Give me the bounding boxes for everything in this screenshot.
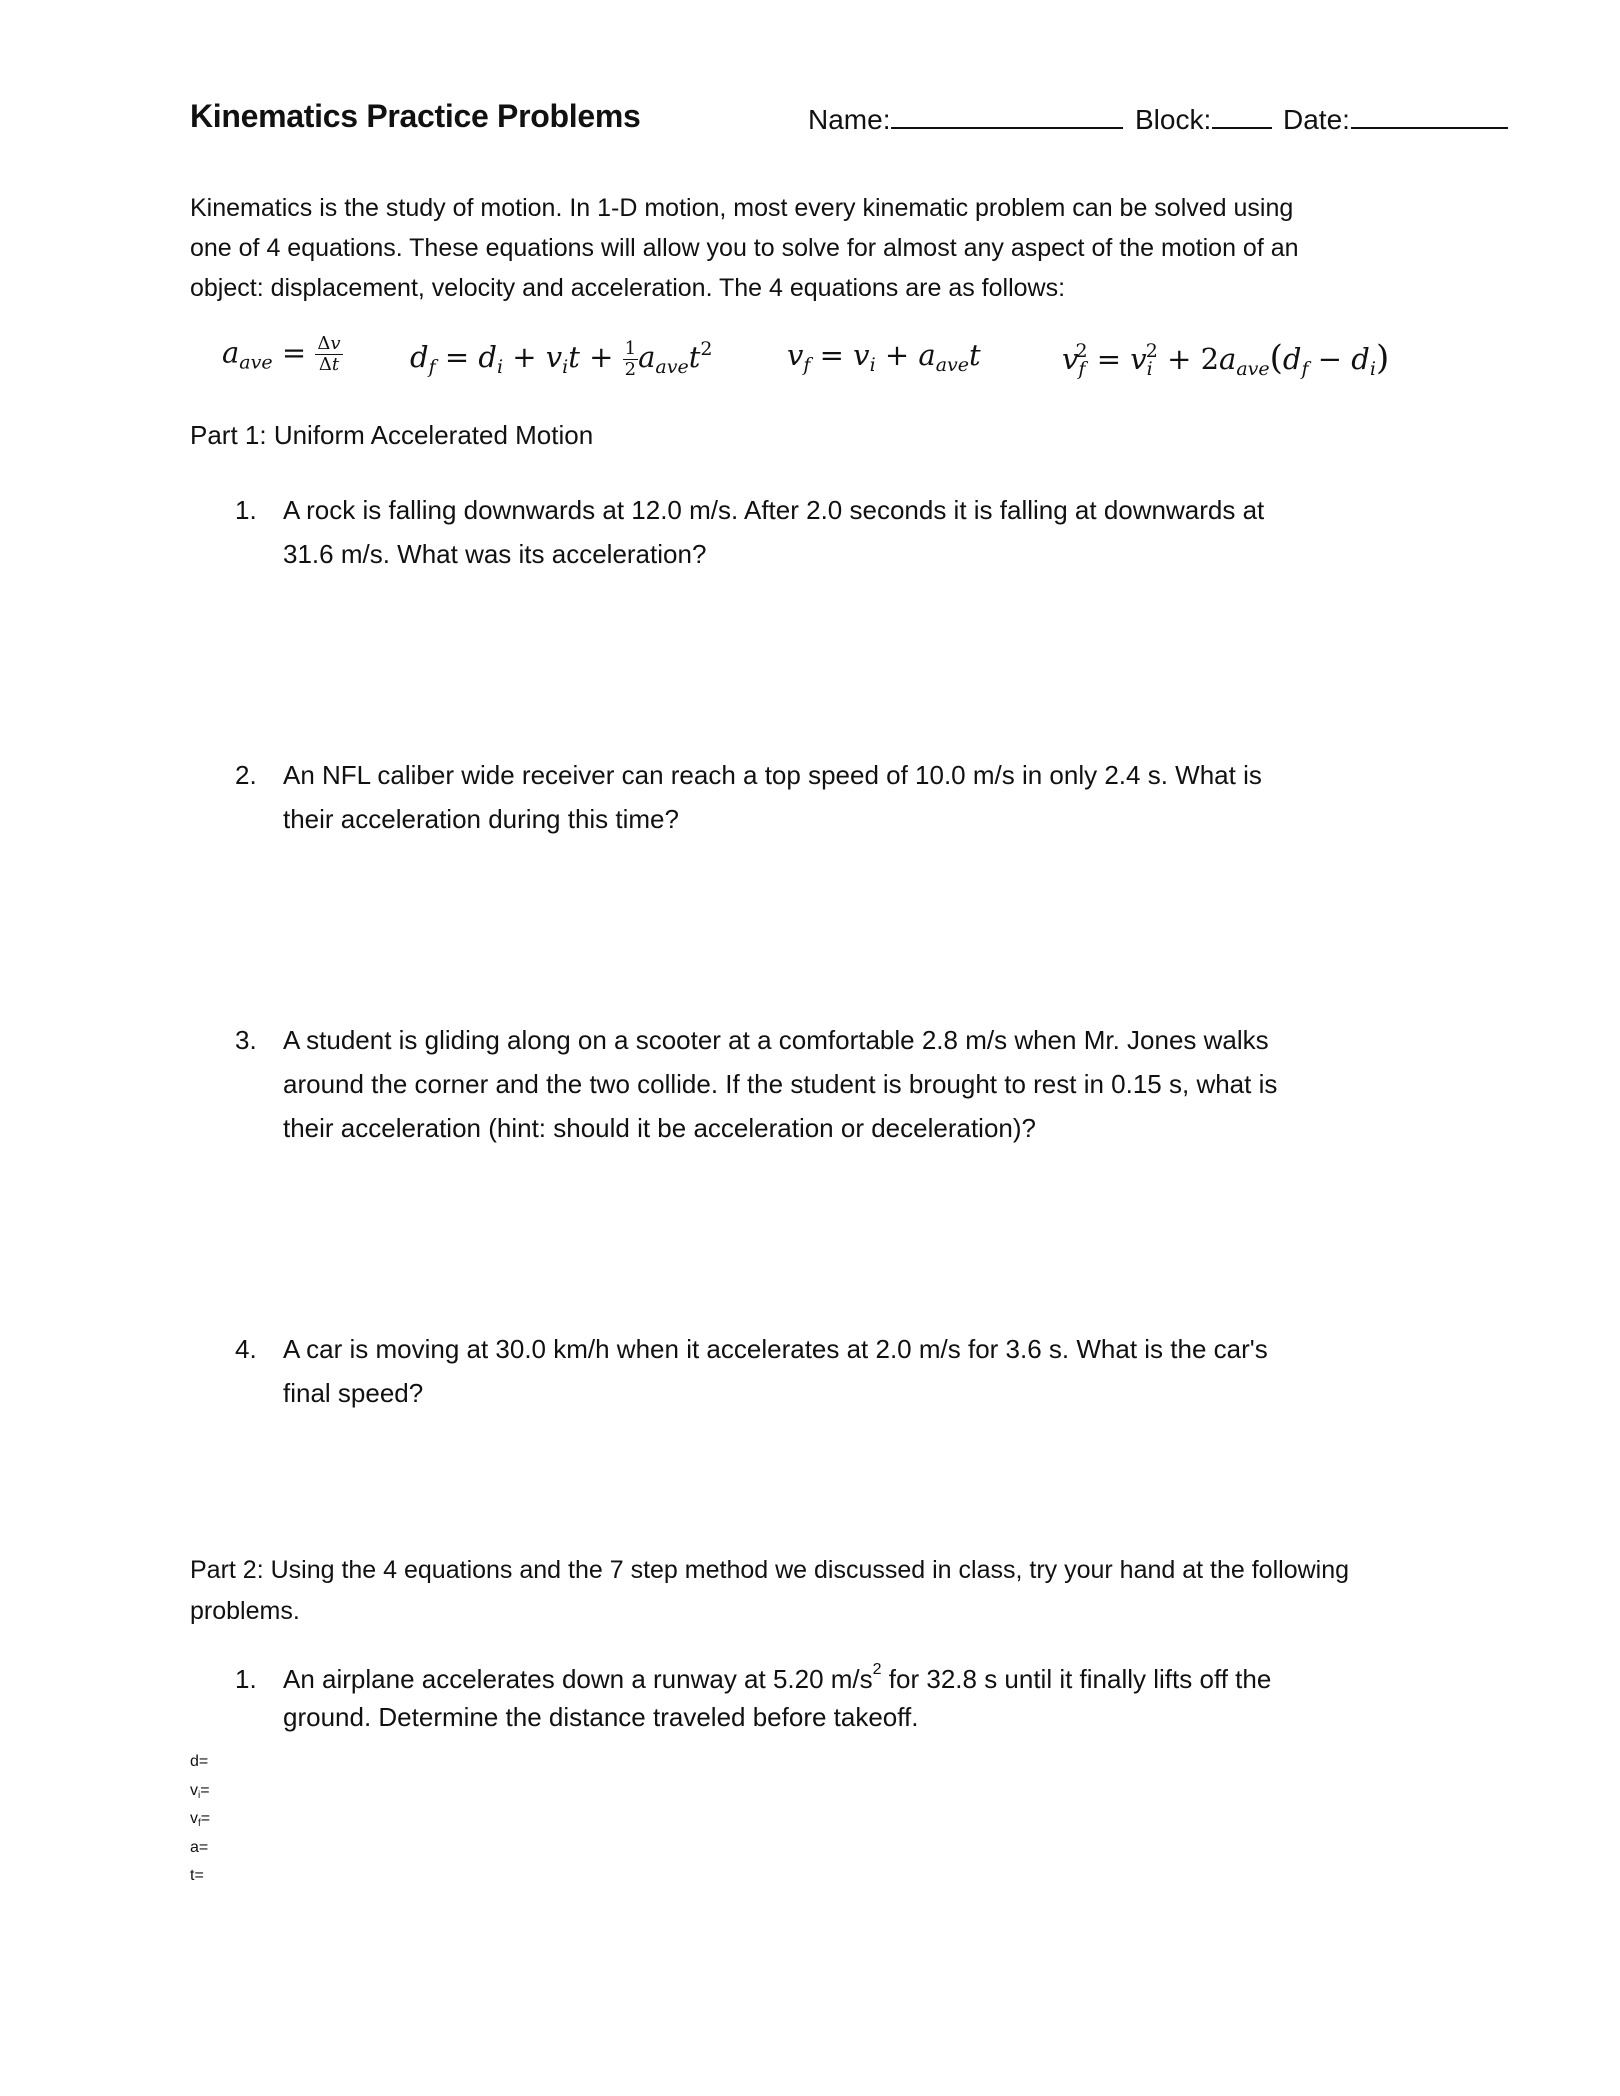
question-line: A rock is falling downwards at 12.0 m/s.… [283, 495, 1265, 525]
block-blank[interactable] [1212, 105, 1273, 129]
block-label: Block: [1135, 104, 1212, 135]
name-field[interactable]: Name: [808, 104, 1124, 136]
question-line: A car is moving at 30.0 km/h when it acc… [283, 1334, 1268, 1364]
question-line: their acceleration (hint: should it be a… [283, 1113, 1036, 1143]
exponent: 2 [872, 1661, 882, 1678]
question-line: An airplane accelerates down a runway at… [283, 1660, 1271, 1698]
block-field[interactable]: Block: [1135, 104, 1273, 136]
equation-displacement: df = di + vit + 1 2 aavet2 [410, 337, 713, 380]
question-text: for 32.8 s until it finally lifts off th… [881, 1664, 1272, 1694]
question-number: 1. [235, 1664, 257, 1694]
equation-average-acceleration: aave = Δv Δt [222, 333, 343, 375]
question-line: ground. Determine the distance traveled … [283, 1702, 919, 1732]
intro-line: object: displacement, velocity and accel… [190, 274, 1066, 302]
intro-line: one of 4 equations. These equations will… [190, 234, 1299, 262]
date-field[interactable]: Date: [1283, 104, 1508, 136]
name-label: Name: [808, 104, 891, 135]
question-text: An airplane accelerates down a runway at… [283, 1664, 873, 1694]
equation-velocity-squared: vf2 = vi2 + 2aave(df − di) [1062, 338, 1390, 380]
question-number: 2. [235, 760, 257, 790]
question-number: 4. [235, 1334, 257, 1364]
givens-list: d= vi= vf= a= t= [190, 1750, 210, 1893]
date-blank[interactable] [1350, 105, 1508, 129]
equation-final-velocity: vf = vi + aavet [787, 338, 981, 376]
question-line: their acceleration during this time? [283, 804, 679, 834]
question-line: 31.6 m/s. What was its acceleration? [283, 539, 707, 569]
given-acceleration: a= [190, 1838, 209, 1856]
part1-heading: Part 1: Uniform Accelerated Motion [190, 420, 594, 450]
intro-paragraph: Kinematics is the study of motion. In 1-… [190, 188, 1299, 308]
part2-heading-line: problems. [190, 1597, 300, 1625]
worksheet-title: Kinematics Practice Problems [190, 98, 641, 134]
name-blank[interactable] [891, 105, 1124, 129]
part2-heading-line: Part 2: Using the 4 equations and the 7 … [190, 1556, 1350, 1584]
part2-heading: Part 2: Using the 4 equations and the 7 … [190, 1550, 1349, 1632]
given-final-velocity: vf= [190, 1810, 211, 1829]
date-label: Date: [1283, 104, 1350, 135]
question-line: A student is gliding along on a scooter … [283, 1025, 1269, 1055]
given-initial-velocity: vi= [190, 1781, 210, 1801]
intro-line: Kinematics is the study of motion. In 1-… [190, 194, 1294, 222]
given-distance: d= [190, 1753, 209, 1770]
question-line: An NFL caliber wide receiver can reach a… [283, 760, 1262, 790]
question-number: 3. [235, 1025, 257, 1055]
question-line: final speed? [283, 1378, 424, 1408]
question-line: around the corner and the two collide. I… [283, 1069, 1278, 1099]
given-time: t= [190, 1867, 204, 1884]
question-number: 1. [235, 495, 257, 525]
